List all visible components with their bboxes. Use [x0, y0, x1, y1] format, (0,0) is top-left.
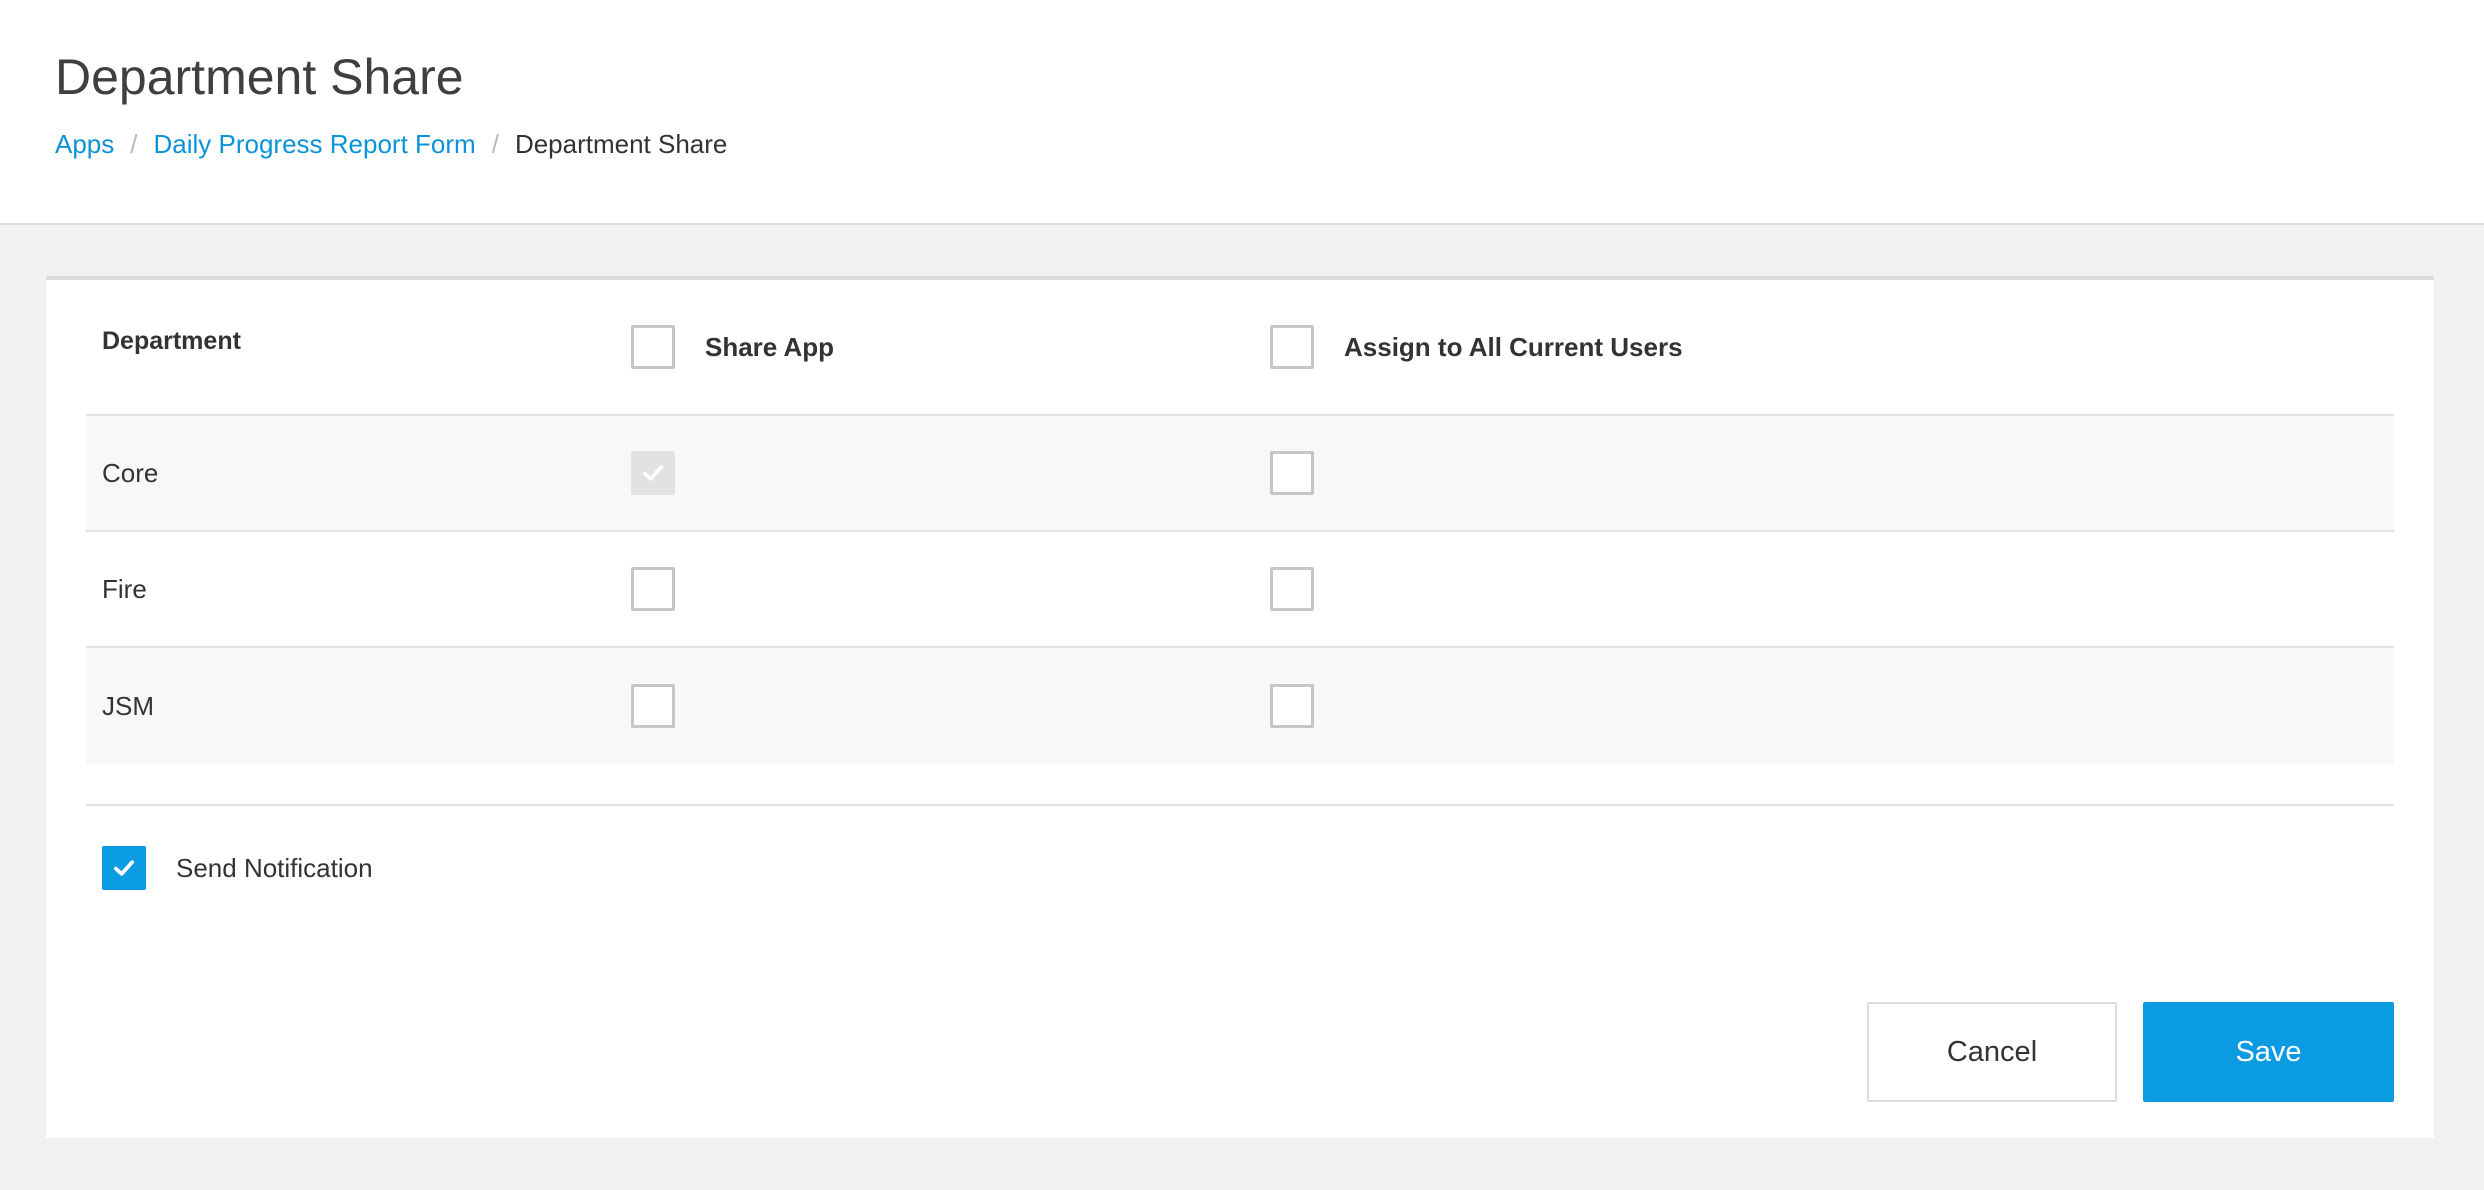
share-app-label: Share App — [705, 331, 835, 362]
share-card: Department Share App Assign to All Curre… — [46, 276, 2434, 1138]
breadcrumb: Apps / Daily Progress Report Form / Depa… — [55, 124, 727, 164]
department-name: Fire — [102, 573, 147, 604]
send-notification-checkbox[interactable] — [102, 846, 146, 890]
assign-all-users-checkbox[interactable] — [1270, 325, 1314, 369]
checkmark-icon — [642, 465, 664, 481]
save-button[interactable]: Save — [2143, 1002, 2394, 1102]
share-app-checkbox[interactable] — [631, 684, 675, 728]
breadcrumb-separator: / — [491, 129, 499, 159]
assign-users-checkbox[interactable] — [1270, 567, 1314, 611]
department-name: Core — [102, 457, 159, 488]
checkmark-icon — [113, 860, 135, 876]
assign-users-checkbox[interactable] — [1270, 451, 1314, 495]
department-name: JSM — [102, 690, 154, 721]
breadcrumb-separator: / — [130, 129, 138, 159]
send-notification-option: Send Notification — [102, 845, 373, 891]
breadcrumb-current: Department Share — [514, 129, 728, 159]
page-header: Department Share Apps / Daily Progress R… — [0, 0, 2484, 225]
table-header-row: Department Share App Assign to All Curre… — [86, 280, 2394, 416]
cancel-button[interactable]: Cancel — [1867, 1002, 2117, 1102]
assign-all-label: Assign to All Current Users — [1344, 331, 1683, 362]
share-app-checkbox[interactable] — [631, 567, 675, 611]
page-title: Department Share — [55, 49, 464, 105]
assign-users-checkbox[interactable] — [1270, 684, 1314, 728]
department-share-table: Department Share App Assign to All Curre… — [86, 280, 2394, 764]
column-header-assign-all: Assign to All Current Users — [1270, 280, 1683, 414]
share-app-all-checkbox[interactable] — [631, 325, 675, 369]
share-app-checkbox — [631, 451, 675, 495]
column-header-department: Department — [102, 326, 241, 355]
section-divider — [86, 804, 2394, 806]
table-row: JSM — [86, 648, 2394, 764]
table-row: Core — [86, 416, 2394, 532]
breadcrumb-form-link[interactable]: Daily Progress Report Form — [154, 124, 476, 164]
table-row: Fire — [86, 532, 2394, 648]
breadcrumb-apps-link[interactable]: Apps — [55, 124, 114, 164]
send-notification-label: Send Notification — [176, 852, 373, 883]
column-header-share-app: Share App — [631, 280, 834, 414]
